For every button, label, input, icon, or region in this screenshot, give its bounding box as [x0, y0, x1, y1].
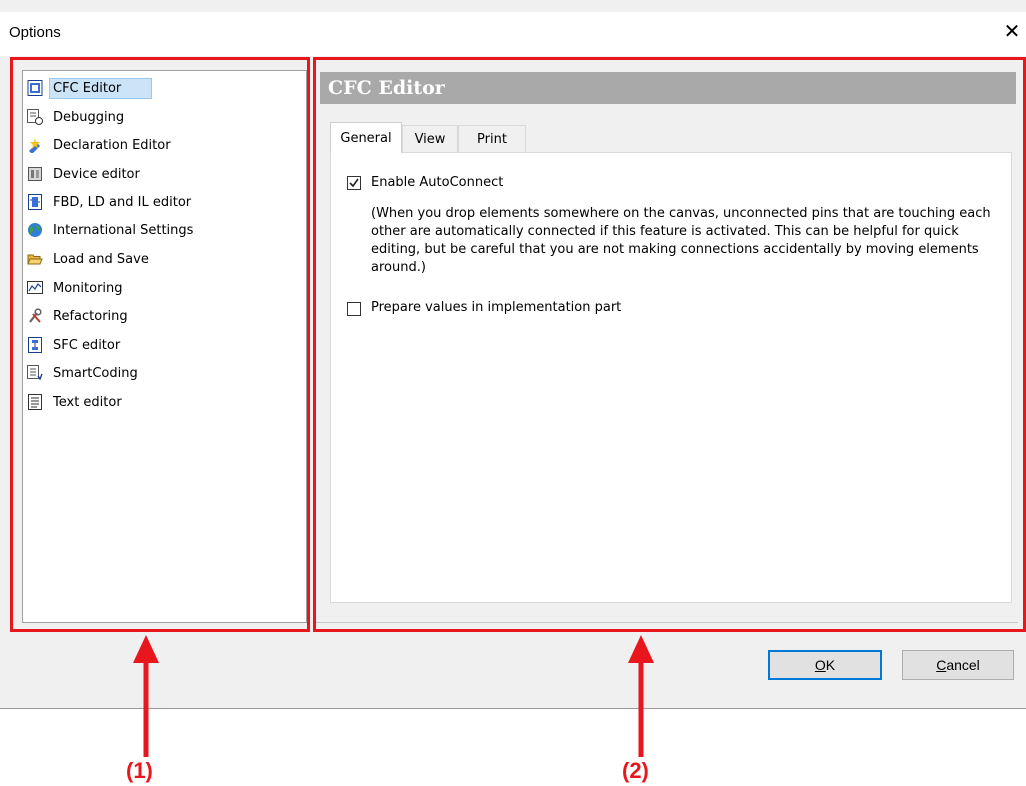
- cancel-label-rest: ancel: [946, 657, 980, 673]
- title-bar: [0, 12, 1026, 56]
- annotation-label-left: (1): [126, 758, 153, 783]
- annotation-box-right: [313, 57, 1026, 632]
- close-icon[interactable]: ✕: [1000, 20, 1024, 44]
- ok-button[interactable]: OK: [768, 650, 882, 680]
- ok-mnemonic: O: [814, 657, 826, 673]
- window-title: Options: [9, 24, 61, 41]
- annotation-label-right: (2): [622, 758, 649, 783]
- annotation-arrow-right: [628, 635, 654, 757]
- ok-label-rest: K: [825, 657, 836, 673]
- cancel-button[interactable]: Cancel: [902, 650, 1014, 680]
- annotation-arrow-left: [133, 635, 159, 757]
- annotation-box-left: [10, 57, 310, 632]
- cancel-mnemonic: C: [936, 657, 947, 673]
- tab-general[interactable]: General: [330, 122, 402, 153]
